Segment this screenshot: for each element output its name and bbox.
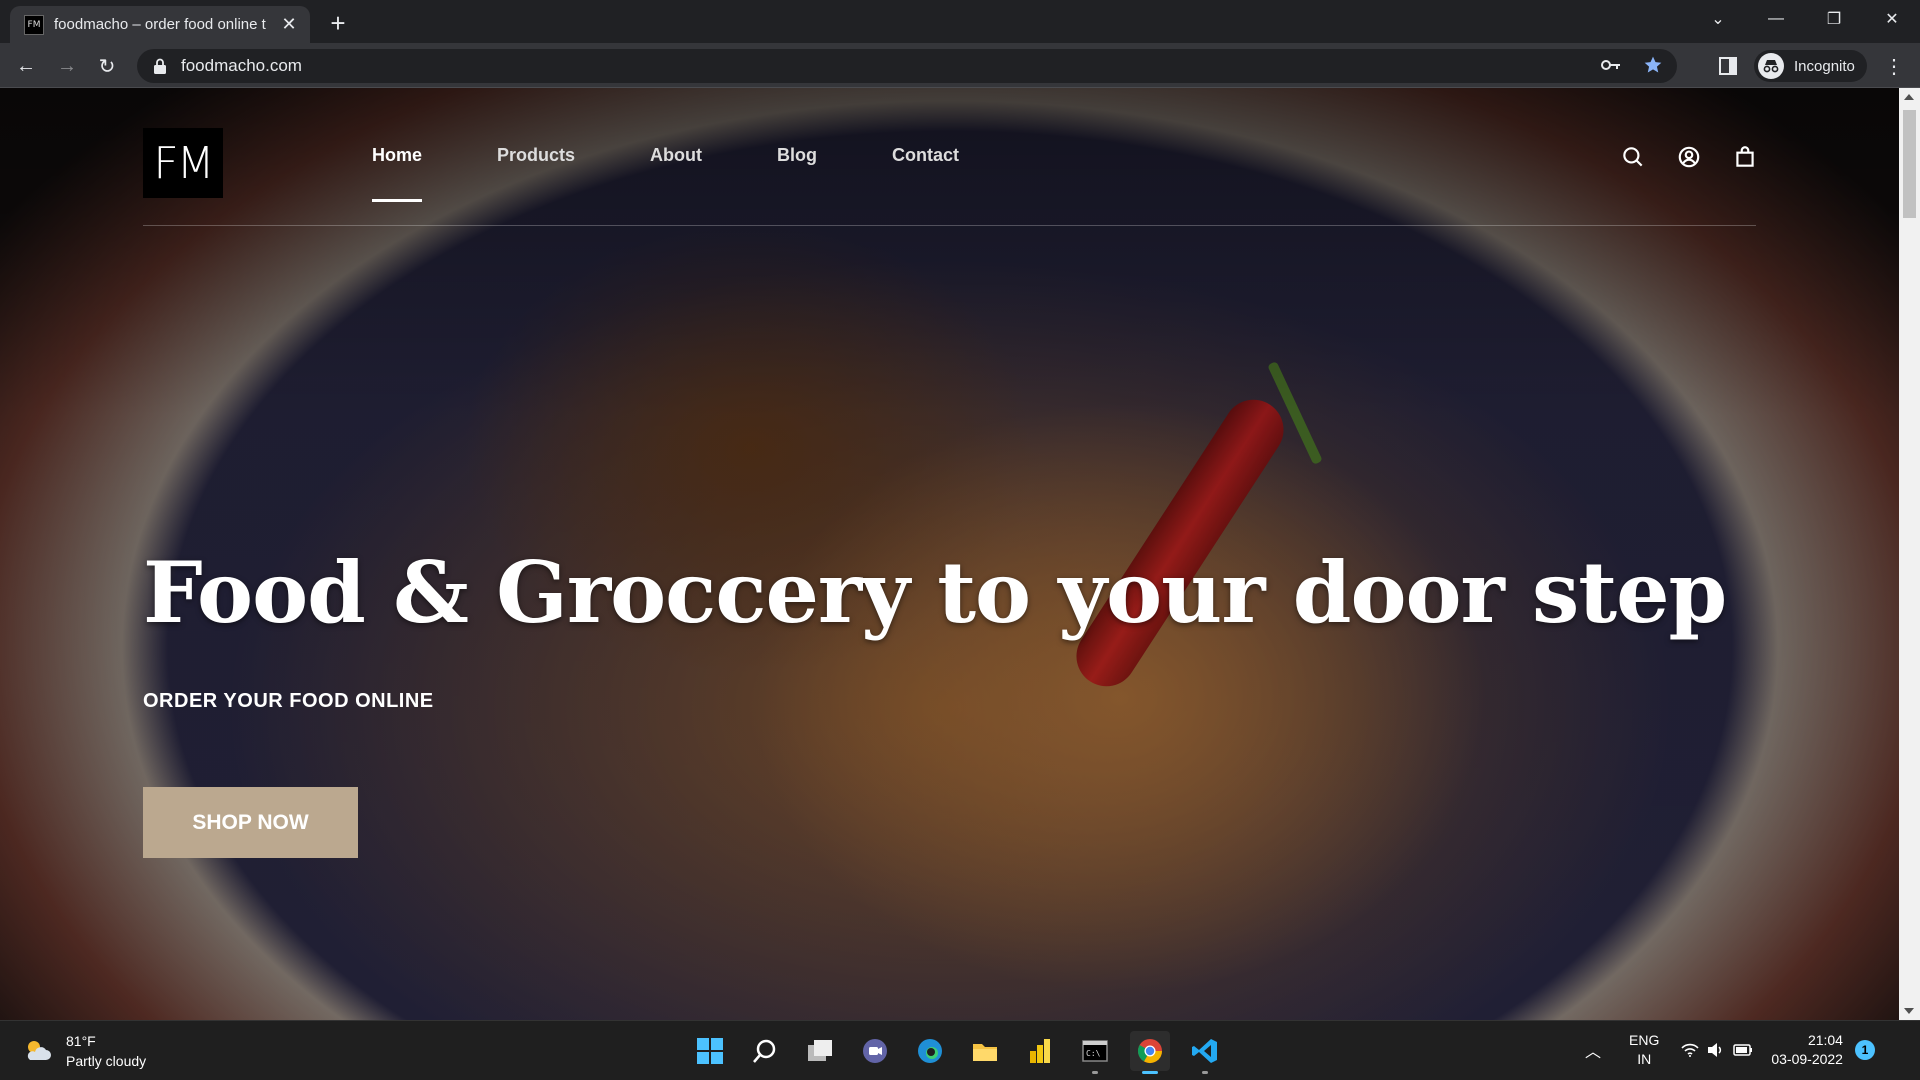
address-bar[interactable]: foodmacho.com — [137, 49, 1677, 83]
shop-now-button[interactable]: SHOP NOW — [143, 787, 358, 858]
header-divider — [143, 225, 1756, 226]
nav-about[interactable]: About — [650, 145, 702, 202]
lock-icon — [154, 58, 166, 74]
battery-icon[interactable] — [1733, 1043, 1753, 1057]
active-indicator — [1142, 1071, 1158, 1074]
main-nav: Home Products About Blog Contact — [372, 145, 1034, 202]
task-view-icon[interactable] — [800, 1031, 840, 1071]
clock[interactable]: 21:04 03-09-2022 — [1771, 1031, 1843, 1069]
logo-text: FM — [153, 137, 214, 189]
more-menu-icon[interactable]: ⋮ — [1878, 50, 1910, 82]
minimize-button[interactable]: — — [1748, 0, 1804, 38]
incognito-profile-button[interactable]: Incognito — [1754, 50, 1867, 82]
file-explorer-icon[interactable] — [965, 1031, 1005, 1071]
show-hidden-icons-chevron-icon[interactable]: ︿ — [1585, 1038, 1601, 1062]
close-window-button[interactable]: ✕ — [1864, 0, 1920, 38]
nav-products[interactable]: Products — [497, 145, 575, 202]
header-actions — [1620, 144, 1758, 170]
input-language-indicator[interactable]: ENG IN — [1629, 1031, 1659, 1069]
side-panel-icon[interactable] — [1712, 50, 1744, 82]
cart-bag-icon[interactable] — [1732, 144, 1758, 170]
edge-icon[interactable] — [910, 1031, 950, 1071]
back-button[interactable]: ← — [10, 50, 42, 82]
url-text: foodmacho.com — [181, 56, 302, 75]
browser-tab-strip: FM foodmacho – order food online t ✕ + ⌄… — [0, 0, 1920, 43]
site-header: FM Home Products About Blog Contact — [0, 88, 1899, 228]
weather-temperature: 81°F — [66, 1033, 96, 1049]
site-logo[interactable]: FM — [143, 128, 223, 198]
reload-button[interactable]: ↻ — [91, 50, 123, 82]
password-key-icon[interactable] — [1601, 59, 1621, 71]
volume-icon[interactable] — [1707, 1042, 1725, 1058]
new-tab-button[interactable]: + — [324, 8, 352, 38]
nav-contact[interactable]: Contact — [892, 145, 959, 202]
nav-blog[interactable]: Blog — [777, 145, 817, 202]
incognito-icon — [1758, 53, 1784, 79]
restore-button[interactable]: ❐ — [1806, 0, 1862, 38]
hero-title: Food & Groccery to your door step — [143, 543, 1727, 642]
teams-chat-icon[interactable] — [855, 1031, 895, 1071]
chrome-icon[interactable] — [1130, 1031, 1170, 1074]
account-icon[interactable] — [1676, 144, 1702, 170]
page-scrollbar[interactable] — [1899, 88, 1920, 1020]
clock-time: 21:04 — [1807, 1032, 1843, 1048]
vscode-icon[interactable] — [1185, 1031, 1225, 1074]
terminal-icon[interactable]: C:\ — [1075, 1031, 1115, 1074]
scroll-down-arrow-icon[interactable] — [1904, 1008, 1914, 1014]
hero-subtitle: ORDER YOUR FOOD ONLINE — [143, 690, 434, 712]
wifi-icon[interactable] — [1681, 1043, 1699, 1057]
language-code: ENG — [1629, 1032, 1660, 1048]
svg-text:C:\: C:\ — [1086, 1049, 1101, 1058]
running-indicator — [1202, 1071, 1208, 1074]
search-icon[interactable] — [1620, 144, 1646, 170]
close-tab-icon[interactable]: ✕ — [278, 14, 300, 36]
nav-home[interactable]: Home — [372, 145, 423, 202]
page-viewport: FM Home Products About Blog Contact Food… — [0, 88, 1899, 1020]
scroll-up-arrow-icon[interactable] — [1904, 94, 1914, 100]
site-favicon-icon: FM — [24, 14, 44, 35]
tab-search-icon[interactable]: ⌄ — [1690, 0, 1746, 38]
start-icon[interactable] — [690, 1031, 730, 1071]
browser-tab[interactable]: FM foodmacho – order food online t ✕ — [10, 6, 310, 43]
partly-cloudy-icon — [27, 1041, 51, 1060]
power-bi-icon[interactable] — [1020, 1031, 1060, 1071]
forward-button[interactable]: → — [51, 50, 83, 82]
system-tray: ︿ ENG IN 21:04 03-09-2022 1 — [1585, 1031, 1875, 1069]
weather-description: Partly cloudy — [66, 1053, 147, 1069]
scrollbar-thumb[interactable] — [1903, 110, 1916, 218]
clock-date: 03-09-2022 — [1771, 1051, 1843, 1067]
taskbar-apps: C:\ — [690, 1031, 1225, 1074]
profile-label: Incognito — [1794, 57, 1855, 75]
region-code: IN — [1637, 1051, 1652, 1067]
weather-widget[interactable]: 81°F Partly cloudy — [24, 1031, 146, 1071]
windows-taskbar: 81°F Partly cloudy C:\ ︿ ENG IN 21:04 03… — [0, 1020, 1920, 1080]
notification-badge[interactable]: 1 — [1854, 1040, 1875, 1060]
search-icon[interactable] — [745, 1031, 785, 1071]
running-indicator — [1092, 1071, 1098, 1074]
bookmark-star-icon[interactable] — [1643, 55, 1663, 75]
tab-title: foodmacho – order food online t — [54, 16, 266, 33]
browser-toolbar: ← → ↻ foodmacho.com Incognito ⋮ — [0, 43, 1920, 88]
